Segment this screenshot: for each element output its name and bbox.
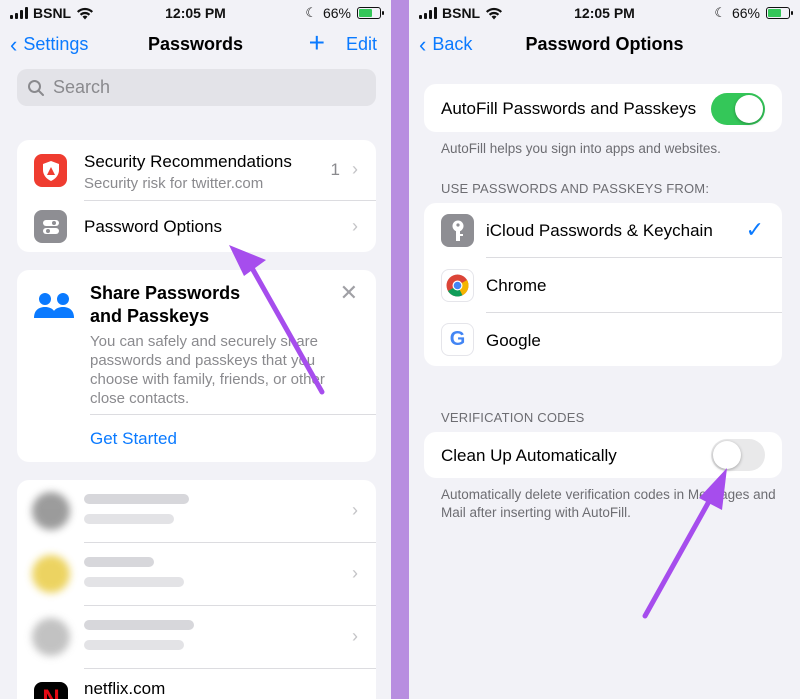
search-input[interactable]: Search [17, 69, 376, 106]
netflix-icon: N [34, 682, 68, 699]
account-label-blurred [84, 557, 154, 567]
account-label-blurred [84, 494, 189, 504]
source-chrome-row[interactable]: Chrome [424, 258, 782, 312]
source-icloud-label: iCloud Passwords & Keychain [486, 221, 713, 240]
battery-icon [357, 7, 384, 19]
add-button[interactable]: + [309, 29, 325, 57]
sources-list: iCloud Passwords & Keychain ✓ Chrome G G… [424, 203, 782, 366]
get-started-button[interactable]: Get Started [90, 429, 177, 449]
account-icon [32, 618, 70, 656]
verification-card: Clean Up Automatically [424, 432, 782, 478]
security-recommendations-row[interactable]: Security Recommendations Security risk f… [17, 140, 376, 198]
account-sublabel-blurred [84, 514, 174, 524]
checkmark-icon: ✓ [745, 217, 764, 242]
chevron-right-icon: › [352, 563, 358, 583]
source-google-label: Google [486, 331, 541, 350]
status-bar: BSNL 12:05 PM ☾ 66% [0, 0, 391, 26]
security-warning-icon [34, 154, 67, 187]
account-icon [32, 555, 70, 593]
password-options-label: Password Options [84, 217, 222, 236]
search-icon [28, 79, 44, 96]
battery-icon [766, 7, 793, 19]
autofill-label: AutoFill Passwords and Passkeys [441, 99, 697, 118]
password-options-row[interactable]: Password Options › [17, 201, 376, 252]
autofill-card: AutoFill Passwords and Passkeys [424, 84, 782, 132]
security-options-card: Security Recommendations Security risk f… [17, 140, 376, 252]
chevron-right-icon: › [352, 626, 358, 646]
people-icon [34, 293, 74, 318]
page-title: Passwords [147, 34, 244, 54]
clean-up-label: Clean Up Automatically [441, 446, 617, 465]
passwords-screen: BSNL 12:05 PM ☾ 66% ‹ Settings Passwords… [0, 0, 391, 699]
share-title-line1: Share Passwords [90, 283, 241, 303]
close-button[interactable]: ✕ [340, 280, 358, 306]
chevron-right-icon: › [352, 159, 358, 179]
account-row-netflix[interactable]: N netflix.com [17, 669, 376, 699]
share-title-line2: and Passkeys [90, 306, 210, 326]
verification-footnote: Automatically delete verification codes … [441, 487, 776, 520]
moon-icon: ☾ [305, 5, 317, 20]
account-sublabel-blurred [84, 577, 184, 587]
toggles-icon [34, 210, 67, 243]
account-row[interactable]: › [17, 606, 376, 668]
divider [90, 414, 376, 415]
nav-bar: ‹ Back Password Options [409, 30, 800, 60]
battery-percent: 66% [731, 5, 760, 21]
account-label: netflix.com [84, 679, 166, 698]
source-google-row[interactable]: G Google [424, 313, 782, 366]
accounts-list: › › › N netflix.com [17, 480, 376, 699]
security-subtitle: Security risk for twitter.com [84, 175, 264, 192]
moon-icon: ☾ [714, 5, 726, 20]
security-count: 1 [330, 160, 340, 179]
key-icon [441, 214, 474, 247]
battery-percent: 66% [322, 5, 351, 21]
account-icon [32, 492, 70, 530]
account-sublabel-blurred [84, 640, 184, 650]
share-passwords-card: ✕ Share Passwords and Passkeys You can s… [17, 270, 376, 462]
page-title: Password Options [525, 34, 684, 54]
account-row[interactable]: › [17, 543, 376, 605]
account-row[interactable]: › [17, 480, 376, 542]
google-icon: G [441, 323, 474, 356]
sources-header: USE PASSWORDS AND PASSKEYS FROM: [441, 181, 710, 196]
verification-header: VERIFICATION CODES [441, 410, 585, 425]
share-description: You can safely and securely share passwo… [90, 333, 325, 407]
security-title: Security Recommendations [84, 152, 292, 171]
autofill-toggle[interactable] [711, 93, 765, 125]
clean-up-toggle[interactable] [711, 439, 765, 471]
autofill-footnote: AutoFill helps you sign into apps and we… [441, 141, 721, 156]
account-label-blurred [84, 620, 194, 630]
source-icloud-row[interactable]: iCloud Passwords & Keychain ✓ [424, 203, 782, 257]
search-placeholder: Search [53, 77, 111, 97]
source-chrome-label: Chrome [486, 276, 547, 295]
chrome-icon [441, 269, 474, 302]
chevron-right-icon: › [352, 500, 358, 520]
chevron-right-icon: › [352, 216, 358, 236]
status-bar: BSNL 12:05 PM ☾ 66% [409, 0, 800, 26]
password-options-screen: BSNL 12:05 PM ☾ 66% ‹ Back Password Opti… [409, 0, 800, 699]
edit-button[interactable]: Edit [346, 34, 377, 55]
nav-bar: ‹ Settings Passwords + Edit [0, 29, 391, 60]
